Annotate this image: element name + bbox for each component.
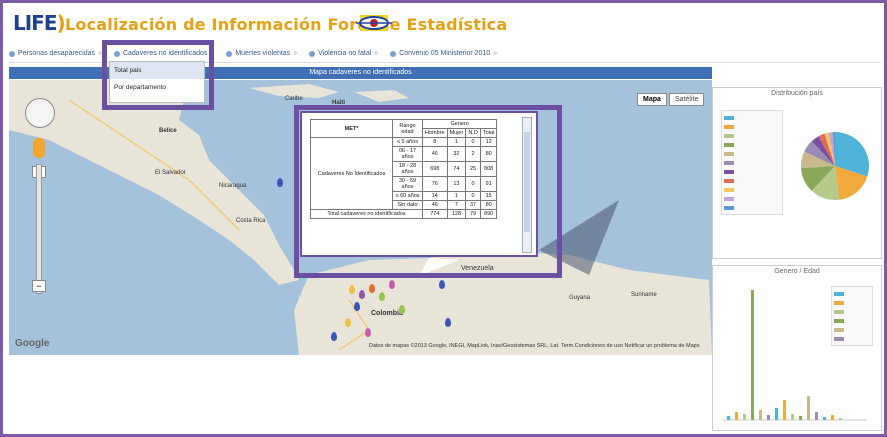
- bar: [727, 416, 730, 420]
- legend-item: [724, 194, 780, 203]
- bar: [791, 414, 794, 420]
- bar: [807, 396, 810, 420]
- bar: [823, 417, 826, 420]
- dropdown-item-total-pais[interactable]: Total pais: [110, 62, 204, 79]
- bar: [839, 418, 842, 420]
- tab-icon: [309, 50, 316, 57]
- legend-item: [834, 325, 870, 334]
- eye-logo-icon: [356, 15, 392, 31]
- tab-personas-desaparecidas[interactable]: Personas desaparecidas»: [9, 50, 102, 57]
- popup-scrollbar[interactable]: [522, 117, 532, 253]
- legend-swatch: [724, 151, 734, 156]
- legend-item: [724, 176, 780, 185]
- bar: [815, 412, 818, 420]
- tab-icon: [390, 50, 397, 57]
- legend-swatch: [834, 327, 844, 332]
- legend-item: [724, 185, 780, 194]
- legend-swatch: [724, 133, 734, 138]
- bar: [751, 290, 754, 420]
- stats-table: MET* Rango edad Genero Hombre Mujer N.D …: [310, 119, 498, 219]
- pie-legend: [721, 110, 783, 215]
- legend-item: [834, 298, 870, 307]
- app-logo: LIFE): [13, 11, 66, 35]
- legend-swatch: [724, 205, 734, 210]
- app-title: Localización de Información Forense Esta…: [65, 15, 508, 34]
- bar: [767, 415, 770, 420]
- tab-convenio[interactable]: Convenio 05 Ministerior 2010»: [390, 50, 497, 57]
- table-header-hombre: Hombre: [422, 128, 448, 138]
- app-header: LIFE) Localización de Información Forens…: [9, 7, 881, 41]
- popup-scroll-thumb[interactable]: [524, 132, 530, 232]
- legend-item: [724, 113, 780, 122]
- tab-muertes-violentas[interactable]: Muertes violentas»: [226, 50, 297, 57]
- table-group-label: Cadaveres No Identificados: [310, 137, 393, 210]
- legend-item: [834, 316, 870, 325]
- bar: [831, 415, 834, 420]
- legend-swatch: [724, 115, 734, 120]
- table-header-mujer: Mujer: [446, 128, 467, 138]
- bar: [735, 412, 738, 420]
- legend-item: [834, 289, 870, 298]
- legend-item: [724, 149, 780, 158]
- pie-chart-title: Distribución país: [771, 90, 823, 97]
- legend-item: [834, 307, 870, 316]
- legend-swatch: [724, 187, 734, 192]
- tab-cadaveres-no-identificados[interactable]: Cadaveres no identificados»: [113, 50, 214, 57]
- dropdown-menu: Total pais Por departamento: [109, 61, 205, 103]
- tab-icon: [113, 50, 120, 57]
- table-header-rango: Rango edad: [392, 119, 423, 138]
- screenshot-frame: LIFE) Localización de Información Forens…: [0, 0, 887, 437]
- legend-swatch: [834, 336, 844, 341]
- legend-item: [834, 334, 870, 343]
- tab-icon: [9, 50, 15, 57]
- table-header-met: MET*: [310, 119, 393, 138]
- bar-chart-title: Genero / Edad: [774, 268, 820, 275]
- legend-swatch: [834, 309, 844, 314]
- legend-swatch: [834, 291, 844, 296]
- info-popup: MET* Rango edad Genero Hombre Mujer N.D …: [300, 111, 538, 257]
- legend-swatch: [724, 160, 734, 165]
- legend-swatch: [724, 169, 734, 174]
- legend-item: [724, 203, 780, 212]
- legend-item: [724, 122, 780, 131]
- bar: [775, 408, 778, 420]
- table-header-genero: Genero: [421, 119, 498, 129]
- pie-chart-panel: Distribución país: [712, 87, 882, 259]
- bar: [783, 400, 786, 420]
- tab-violencia-no-fatal[interactable]: Violencia no fatal»: [309, 50, 378, 57]
- table-total-row: Total cadaveres no identificados 774 128…: [310, 209, 498, 219]
- pie-chart: [801, 132, 869, 200]
- legend-swatch: [724, 142, 734, 147]
- legend-item: [724, 158, 780, 167]
- legend-swatch: [834, 300, 844, 305]
- table-row: Cadaveres No Identificados ≤ 5 años 8 1 …: [310, 137, 498, 210]
- bar-legend: [831, 286, 873, 346]
- bar-chart-panel: Genero / Edad: [712, 265, 882, 431]
- dropdown-item-por-departamento[interactable]: Por departamento: [110, 79, 204, 96]
- legend-swatch: [724, 178, 734, 183]
- legend-swatch: [724, 124, 734, 129]
- legend-item: [724, 167, 780, 176]
- legend-item: [724, 140, 780, 149]
- legend-swatch: [724, 196, 734, 201]
- bar: [759, 410, 762, 420]
- bar: [743, 414, 746, 420]
- table-header-total: Total: [479, 128, 498, 138]
- tab-icon: [226, 50, 233, 57]
- legend-item: [724, 131, 780, 140]
- right-panel: Distribución país Genero / Edad: [712, 87, 882, 437]
- table-header-nd: N.D: [465, 128, 481, 138]
- bar: [799, 416, 802, 420]
- legend-swatch: [834, 318, 844, 323]
